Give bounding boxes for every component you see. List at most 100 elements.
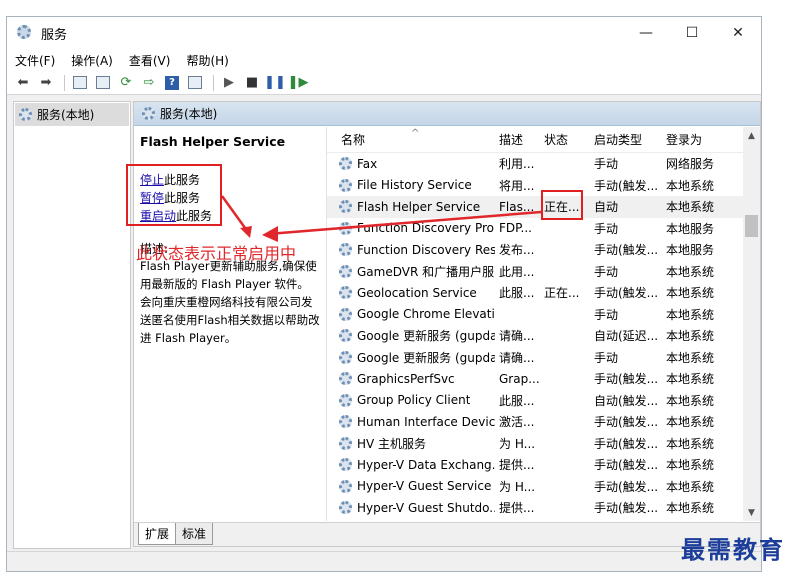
service-name-cell: Geolocation Service: [327, 286, 495, 300]
table-row[interactable]: Google 更新服务 (gupda... 请确... 手动 本地系统: [327, 347, 760, 369]
service-startup-cell: 手动: [594, 221, 619, 236]
service-startup-cell: 自动: [594, 200, 619, 215]
service-logon-cell: 本地系统: [666, 200, 715, 215]
scroll-down-icon[interactable]: ▼: [743, 504, 760, 521]
actions-highlight-box: [126, 164, 222, 226]
column-header-row: ^ 名称 描述 状态 启动类型 登录为: [327, 127, 760, 153]
tab-standard[interactable]: 标准: [175, 523, 214, 545]
service-startup-cell: 手动(触发...: [594, 286, 659, 301]
service-gear-icon: [339, 350, 352, 364]
table-row[interactable]: Hyper-V Data Exchang... 提供... 手动(触发... 本地系统: [327, 454, 760, 476]
services-gear-icon: [19, 108, 32, 121]
service-name-cell: HV 主机服务: [327, 435, 495, 452]
table-row[interactable]: Fax 利用... 手动 网络服务: [327, 153, 760, 175]
service-description-cell: 请确...: [499, 329, 535, 344]
toolbar: ⬅ ➡ ⟳ ⇨ ? ▶ ■ ❚❚ ❚▶: [7, 71, 761, 95]
service-logon-cell: 本地系统: [666, 350, 715, 365]
service-description-cell: 提供...: [499, 458, 535, 473]
column-log-on-as[interactable]: 登录为: [662, 131, 732, 148]
scroll-up-icon[interactable]: ▲: [743, 127, 760, 144]
service-description-cell: 激活...: [499, 415, 535, 430]
sort-ascending-icon: ^: [411, 128, 420, 139]
table-row[interactable]: Group Policy Client 此服... 自动(触发... 本地系统: [327, 390, 760, 412]
back-arrow-icon[interactable]: ⬅: [13, 73, 33, 93]
service-name-text: Human Interface Devic...: [357, 414, 495, 429]
service-name-text: Geolocation Service: [357, 285, 477, 300]
services-list: ^ 名称 描述 状态 启动类型 登录为 Fax 利用... 手动 网络服务 File H…: [326, 127, 760, 521]
service-name-cell: Hyper-V Guest Shutdo...: [327, 501, 495, 515]
annotation-text: 此状态表示正常启用中: [136, 244, 297, 263]
service-description-cell: 将用...: [499, 178, 535, 193]
export-list-icon[interactable]: ⇨: [139, 73, 159, 93]
tab-extended[interactable]: 扩展: [138, 523, 177, 545]
service-gear-icon: [339, 501, 352, 515]
restart-service-icon[interactable]: ❚▶: [288, 73, 309, 93]
column-startup-type[interactable]: 启动类型: [590, 131, 662, 148]
refresh-icon[interactable]: ⟳: [116, 73, 136, 93]
service-logon-cell: 本地系统: [666, 307, 715, 322]
title-bar: 服务 — ☐ ✕: [7, 17, 761, 49]
service-name-text: File History Service: [357, 178, 472, 193]
table-row[interactable]: GraphicsPerfSvc Grap... 手动(触发... 本地系统: [327, 368, 760, 390]
service-logon-cell: 本地系统: [666, 415, 715, 430]
table-row[interactable]: Hyper-V Guest Service ... 为 H... 手动(触发... 本…: [327, 476, 760, 498]
service-logon-cell: 本地系统: [666, 372, 715, 387]
console-tree-icon[interactable]: [70, 73, 90, 93]
service-name-cell: Flash Helper Service: [327, 200, 495, 214]
service-gear-icon: [339, 200, 352, 214]
service-gear-icon: [339, 415, 352, 429]
service-startup-cell: 手动: [594, 157, 619, 172]
service-gear-icon: [339, 458, 352, 472]
scrollbar-thumb[interactable]: [745, 215, 758, 237]
service-name-text: Function Discovery Res...: [357, 242, 495, 257]
service-gear-icon: [339, 157, 352, 171]
service-description-cell: 请确...: [499, 350, 535, 365]
service-name-cell: Google 更新服务 (gupda...: [327, 349, 495, 366]
column-status[interactable]: 状态: [540, 131, 590, 148]
properties-icon[interactable]: [93, 73, 113, 93]
table-row[interactable]: HV 主机服务 为 H... 手动(触发... 本地系统: [327, 433, 760, 455]
menu-file[interactable]: 文件(F): [15, 52, 55, 69]
tree-item-services-local[interactable]: 服务(本地): [15, 103, 129, 126]
console-tree: 服务(本地): [13, 101, 131, 549]
help-icon[interactable]: ?: [162, 73, 182, 93]
menu-help[interactable]: 帮助(H): [186, 52, 228, 69]
table-row[interactable]: Function Discovery Pro... FDP... 手动 本地服务: [327, 218, 760, 240]
table-row[interactable]: Google Chrome Elevati... 手动 本地系统: [327, 304, 760, 326]
menu-action[interactable]: 操作(A): [71, 52, 113, 69]
table-row[interactable]: GameDVR 和广播用户服... 此用... 手动 本地系统: [327, 261, 760, 283]
service-logon-cell: 本地系统: [666, 286, 715, 301]
table-row[interactable]: Hyper-V Guest Shutdo... 提供... 手动(触发... 本地系统: [327, 497, 760, 519]
minimize-button[interactable]: —: [623, 17, 669, 49]
forward-arrow-icon[interactable]: ➡: [36, 73, 56, 93]
service-name-cell: Google Chrome Elevati...: [327, 307, 495, 321]
stop-service-icon[interactable]: ■: [242, 73, 262, 93]
close-button[interactable]: ✕: [715, 17, 761, 49]
service-logon-cell: 本地系统: [666, 264, 715, 279]
content-header-label: 服务(本地): [160, 107, 218, 121]
service-name-cell: Hyper-V Data Exchang...: [327, 458, 495, 472]
vertical-scrollbar[interactable]: ▲ ▼: [743, 127, 760, 521]
services-gear-icon: [142, 107, 155, 120]
pause-service-icon[interactable]: ❚❚: [264, 73, 286, 93]
service-logon-cell: 本地系统: [666, 458, 715, 473]
table-row[interactable]: Human Interface Devic... 激活... 手动(触发... 本地系…: [327, 411, 760, 433]
service-name-text: Hyper-V Guest Service ...: [357, 479, 495, 494]
service-startup-cell: 手动(触发...: [594, 501, 659, 516]
service-description-cell: 为 H...: [499, 436, 536, 451]
table-row[interactable]: Geolocation Service 此服... 正在... 手动(触发... 本地系…: [327, 282, 760, 304]
service-name-cell: Hyper-V Guest Service ...: [327, 479, 495, 493]
table-row[interactable]: Function Discovery Res... 发布... 手动(触发... 本地…: [327, 239, 760, 261]
service-startup-cell: 手动(触发...: [594, 436, 659, 451]
view-icon[interactable]: [185, 73, 205, 93]
service-name-text: Hyper-V Guest Shutdo...: [357, 500, 495, 515]
service-logon-cell: 本地系统: [666, 479, 715, 494]
service-logon-cell: 本地系统: [666, 178, 715, 193]
table-row[interactable]: Google 更新服务 (gupda... 请确... 自动(延迟... 本地系统: [327, 325, 760, 347]
menu-view[interactable]: 查看(V): [129, 52, 171, 69]
service-name-cell: File History Service: [327, 178, 495, 192]
service-logon-cell: 本地系统: [666, 329, 715, 344]
start-service-icon[interactable]: ▶: [219, 73, 239, 93]
maximize-button[interactable]: ☐: [669, 17, 715, 49]
column-description[interactable]: 描述: [495, 131, 540, 148]
